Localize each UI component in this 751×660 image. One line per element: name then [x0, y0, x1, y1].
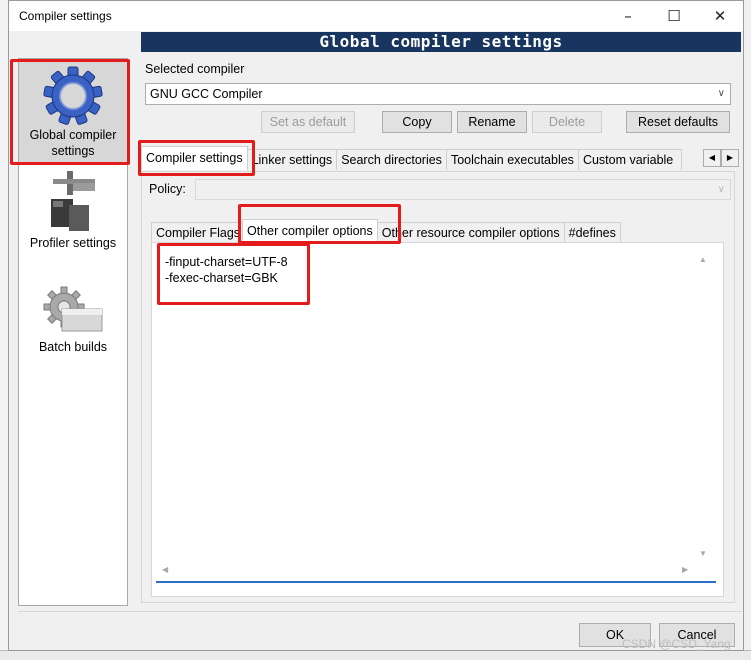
tab-defines[interactable]: #defines — [563, 222, 621, 243]
profiler-icon — [51, 171, 95, 231]
chevron-down-icon: ∨ — [717, 184, 725, 195]
close-button[interactable]: ✕ — [697, 1, 743, 31]
tab-scroll-right-icon[interactable]: ▶ — [721, 149, 739, 167]
tab-custom-variables[interactable]: Custom variable — [577, 149, 682, 170]
tab-other-compiler-options[interactable]: Other compiler options — [242, 219, 378, 243]
tab-other-resource-compiler-options[interactable]: Other resource compiler options — [376, 222, 565, 243]
copy-button[interactable]: Copy — [382, 111, 452, 133]
footer-divider — [18, 611, 742, 612]
compiler-dropdown[interactable]: GNU GCC Compiler ∨ — [145, 83, 731, 105]
compiler-options-tabs: Compiler Flags Other compiler options Ot… — [151, 219, 621, 243]
compiler-dropdown-value: GNU GCC Compiler — [150, 87, 263, 101]
horizontal-scrollbar[interactable]: ◀ ▶ — [156, 565, 696, 579]
vertical-scrollbar[interactable]: ▲ ▼ — [697, 251, 711, 561]
set-as-default-button[interactable]: Set as default — [261, 111, 355, 133]
scroll-left-icon[interactable]: ◀ — [162, 565, 168, 574]
tab-compiler-flags[interactable]: Compiler Flags — [151, 222, 243, 243]
sidebar-item-label: Profiler settings — [29, 236, 117, 250]
editor-line: -fexec-charset=GBK — [165, 271, 278, 285]
tab-compiler-settings[interactable]: Compiler settings — [141, 146, 248, 170]
sidebar-item-label: Batch builds — [38, 340, 108, 354]
sidebar-item-global-compiler[interactable]: Global compiler settings — [19, 61, 127, 163]
gear-icon — [43, 66, 103, 125]
window-title: Compiler settings — [19, 9, 112, 23]
scroll-up-icon[interactable]: ▲ — [699, 255, 707, 264]
tab-scroll-arrows: ◀ ▶ — [703, 149, 739, 167]
rename-button[interactable]: Rename — [457, 111, 527, 133]
watermark: CSDN @CSD_Yang — [622, 637, 731, 651]
sidebar-item-batch-builds[interactable]: Batch builds — [19, 285, 127, 365]
scroll-down-icon[interactable]: ▼ — [699, 549, 707, 558]
editor-line: -finput-charset=UTF-8 — [165, 255, 288, 269]
batch-builds-icon — [43, 286, 103, 332]
settings-tabs: Compiler settings Linker settings Search… — [141, 146, 682, 170]
scroll-right-icon[interactable]: ▶ — [682, 565, 688, 574]
chevron-down-icon: ∨ — [717, 88, 725, 99]
background-window-right — [743, 0, 751, 659]
maximize-button[interactable]: ☐ — [651, 1, 697, 31]
tab-linker-settings[interactable]: Linker settings — [246, 149, 338, 170]
settings-sidebar: Global compiler settings Profiler settin… — [18, 58, 128, 606]
sidebar-item-label: Global compiler — [29, 128, 117, 142]
reset-defaults-button[interactable]: Reset defaults — [626, 111, 730, 133]
policy-dropdown[interactable]: ∨ — [195, 179, 731, 200]
tab-scroll-left-icon[interactable]: ◀ — [703, 149, 721, 167]
sidebar-item-label-line2: settings — [51, 144, 95, 158]
compiler-settings-dialog: Compiler settings – ☐ ✕ Global compiler … — [8, 0, 744, 651]
policy-label: Policy: — [149, 182, 186, 196]
tab-search-directories[interactable]: Search directories — [336, 149, 447, 170]
tab-toolchain-executables[interactable]: Toolchain executables — [445, 149, 579, 170]
sidebar-item-profiler[interactable]: Profiler settings — [19, 169, 127, 259]
delete-button[interactable]: Delete — [532, 111, 602, 133]
section-banner: Global compiler settings — [141, 32, 741, 52]
other-options-editor[interactable]: -finput-charset=UTF-8 -fexec-charset=GBK… — [156, 251, 716, 583]
title-bar[interactable]: Compiler settings – ☐ ✕ — [9, 1, 743, 31]
selected-compiler-label: Selected compiler — [145, 62, 245, 76]
minimize-button[interactable]: – — [605, 1, 651, 31]
